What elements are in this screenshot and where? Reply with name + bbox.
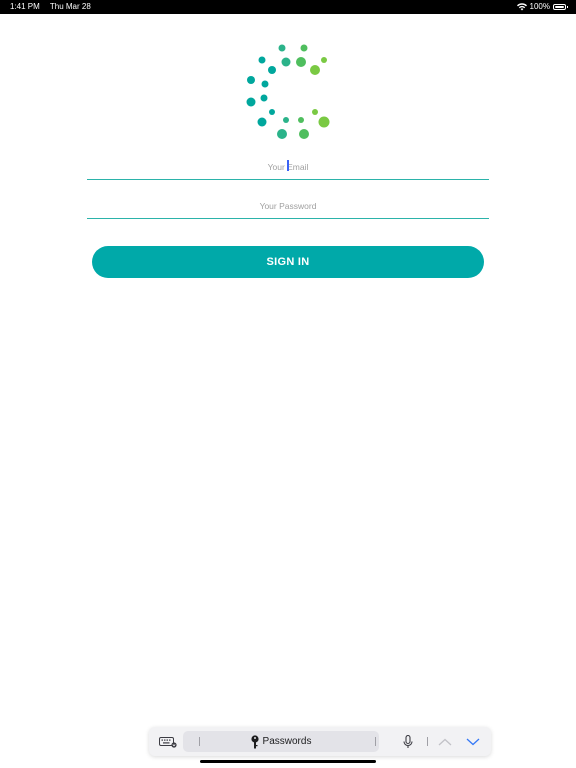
separator: [375, 737, 376, 746]
password-field[interactable]: [87, 196, 489, 216]
separator: [427, 737, 428, 746]
keyboard-icon[interactable]: [157, 727, 179, 756]
battery-icon: [553, 4, 568, 10]
passwords-label: Passwords: [262, 736, 312, 747]
text-caret: [287, 160, 289, 171]
status-date: Thu Mar 28: [49, 2, 91, 11]
login-screen: 1:41 PM Thu Mar 28 100% Your Email SIGN …: [0, 0, 576, 768]
password-field-container: [87, 196, 489, 219]
key-icon: [250, 734, 259, 748]
battery-fill: [555, 6, 564, 8]
chevron-up-icon[interactable]: [435, 727, 455, 756]
battery-percent: 100%: [529, 2, 550, 11]
keyboard-accessory-bar: Passwords: [149, 727, 491, 756]
wifi-icon: [516, 3, 527, 11]
sign-in-button[interactable]: SIGN IN: [92, 246, 484, 278]
chevron-down-icon[interactable]: [463, 727, 483, 756]
status-indicators: 100%: [516, 0, 568, 14]
home-indicator: [200, 760, 376, 763]
passwords-button[interactable]: Passwords: [183, 731, 379, 752]
microphone-icon[interactable]: [399, 727, 417, 756]
dotted-c-logo: [246, 44, 330, 139]
status-time: 1:41 PM: [10, 2, 40, 11]
status-time-date: 1:41 PM Thu Mar 28: [10, 0, 99, 14]
status-bar: 1:41 PM Thu Mar 28 100%: [0, 0, 576, 14]
